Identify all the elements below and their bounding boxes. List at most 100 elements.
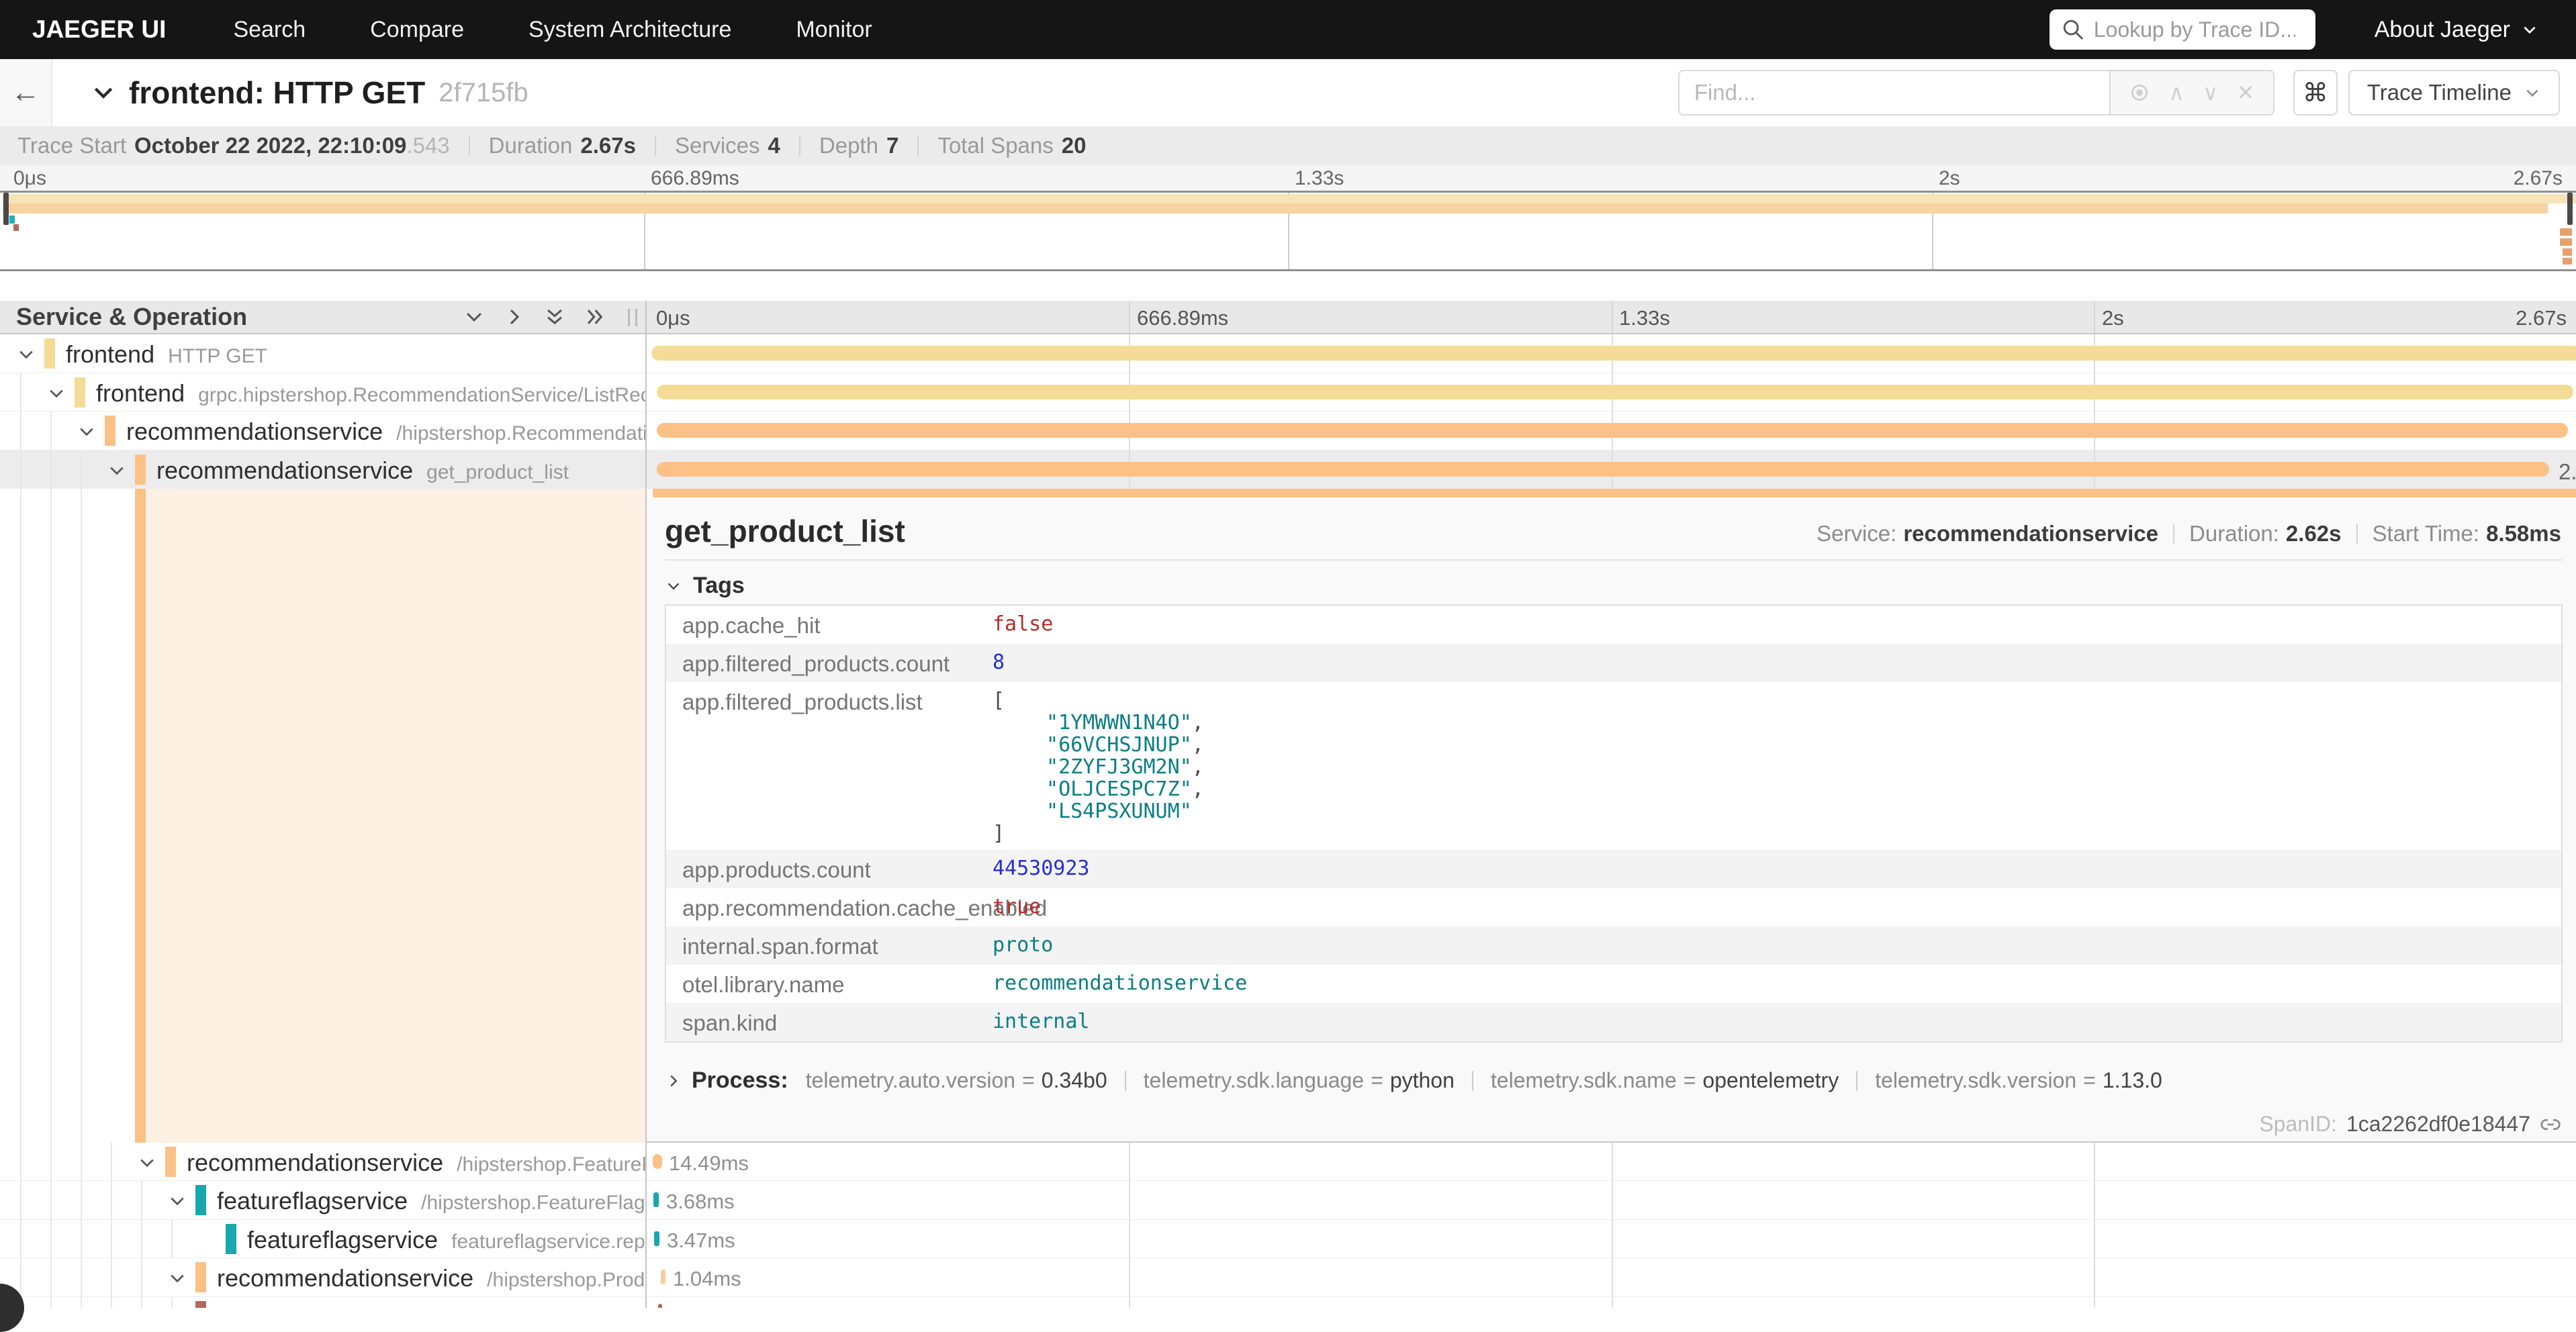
next-result-icon[interactable]: ∨ (2203, 80, 2218, 105)
keyboard-shortcuts-button[interactable]: ⌘ (2293, 70, 2338, 115)
tag-value: 44530923 (993, 850, 2561, 885)
trace-page-header: ← frontend: HTTP GET 2f715fb ∧ ∨ ✕ ⌘ Tra… (0, 59, 2576, 126)
collapse-all-icon[interactable] (543, 305, 566, 328)
chevron-down-icon[interactable] (107, 461, 127, 481)
expand-all-icon[interactable] (584, 305, 606, 328)
span-row[interactable]: recommendationservice/hipstershop.Produc… (0, 1258, 2576, 1297)
span-row[interactable]: featureflagservice/hipstershop.FeatureFl… (0, 1181, 2576, 1220)
timeline-tick: 1.33s (1619, 306, 1670, 330)
minimap-span-bar (9, 216, 15, 224)
back-arrow-icon: ← (11, 76, 40, 109)
chevron-right-icon (665, 1072, 682, 1090)
tag-value: 8 (993, 644, 2561, 679)
tags-section-toggle[interactable]: Tags (665, 573, 745, 599)
tag-key: app.recommendation.cache_enabled (666, 888, 993, 921)
minimap-span-bar (3, 203, 2548, 213)
minimap-tick: 0μs (13, 167, 46, 190)
minimap-left-scrubber[interactable] (3, 193, 9, 225)
span-track[interactable]: 3.68ms (647, 1181, 2576, 1220)
span-operation: HTTP GET (168, 345, 267, 367)
span-color-swatch (195, 1262, 206, 1292)
locate-icon[interactable] (2129, 82, 2150, 103)
span-bar[interactable] (654, 1231, 659, 1246)
span-track[interactable] (647, 334, 2576, 373)
tag-key: app.filtered_products.list (666, 682, 993, 715)
find-input[interactable] (1678, 70, 2109, 115)
total-spans-value: 20 (1062, 133, 1087, 158)
clear-find-icon[interactable]: ✕ (2237, 80, 2255, 105)
tag-row: app.filtered_products.list [ 1YMWWN1N4O,… (666, 682, 2561, 850)
span-bar[interactable] (661, 1270, 665, 1284)
span-color-swatch (226, 1224, 236, 1254)
span-color-swatch (75, 377, 85, 408)
span-row[interactable]: featureflagservicefeatureflagservice.rep… (0, 1220, 2576, 1259)
tag-value-array: [ 1YMWWN1N4O, 66VCHSJNUP, 2ZYFJ3GM2N, OL… (993, 682, 2561, 850)
span-row[interactable]: recommendationservice/hipstershop.Recomm… (0, 412, 2576, 450)
deep-link-icon[interactable] (2540, 1114, 2561, 1135)
services-label: Services (675, 133, 760, 158)
depth-label: Depth (819, 133, 878, 158)
minimap-span-bar (2560, 238, 2572, 246)
process-section-toggle[interactable]: Process: telemetry.auto.version=0.34b0 t… (665, 1067, 2162, 1094)
span-row[interactable]: frontendHTTP GET (0, 334, 2576, 373)
span-color-swatch (195, 1185, 206, 1215)
span-bar[interactable] (653, 1192, 659, 1207)
nav-item-compare[interactable]: Compare (370, 17, 464, 43)
span-operation: /hipstershop.ProductCatalogSer... (487, 1269, 647, 1291)
span-bar[interactable] (653, 1154, 662, 1169)
collapse-one-icon[interactable] (463, 305, 486, 328)
span-track[interactable]: 2.62s (647, 450, 2576, 489)
trace-lookup-input[interactable] (2094, 17, 2295, 42)
span-rows: frontendHTTP GET frontendgrpc.hipstersho… (0, 334, 2576, 1308)
trace-view-select[interactable]: Trace Timeline (2348, 70, 2560, 115)
span-row[interactable] (0, 1297, 2576, 1308)
detail-start-time: 8.58ms (2486, 521, 2561, 546)
minimap-tick: 1.33s (1295, 167, 1344, 190)
nav-item-search[interactable]: Search (233, 17, 306, 43)
trace-minimap[interactable] (0, 191, 2576, 271)
minimap-right-scrubber[interactable] (2567, 193, 2573, 225)
nav-item-system-architecture[interactable]: System Architecture (528, 17, 731, 43)
timeline-tick: 2s (2102, 306, 2124, 330)
tag-key: otel.library.name (666, 965, 993, 998)
chevron-down-icon[interactable] (77, 422, 97, 442)
span-bar[interactable] (658, 1304, 662, 1308)
span-track[interactable]: 3.47ms (647, 1220, 2576, 1259)
prev-result-icon[interactable]: ∧ (2168, 80, 2184, 105)
chevron-down-icon[interactable] (167, 1268, 187, 1288)
span-track[interactable] (647, 373, 2576, 412)
services-value: 4 (768, 133, 780, 158)
column-resize-handle[interactable] (628, 309, 637, 326)
nav-item-monitor[interactable]: Monitor (796, 17, 872, 43)
minimap-span-bar (2563, 258, 2572, 265)
span-track[interactable] (647, 1297, 2576, 1308)
chevron-down-icon[interactable] (167, 1191, 187, 1211)
chevron-down-icon[interactable] (46, 383, 66, 403)
span-track[interactable]: 14.49ms (647, 1143, 2576, 1182)
span-bar[interactable] (651, 346, 2576, 361)
span-bar[interactable] (657, 462, 2549, 477)
chevron-down-icon (2524, 84, 2541, 101)
trace-meta-bar: Trace Start October 22 2022, 22:10:09.54… (0, 126, 2576, 165)
back-button[interactable]: ← (0, 59, 52, 126)
span-bar[interactable] (657, 423, 2568, 438)
span-duration-label: 3.47ms (667, 1229, 735, 1253)
chevron-down-icon[interactable] (137, 1153, 157, 1173)
span-bar[interactable] (657, 385, 2573, 399)
span-row[interactable]: recommendationservice/hipstershop.Featur… (0, 1143, 2576, 1182)
total-spans-label: Total Spans (937, 133, 1053, 158)
trace-lookup-box[interactable] (2050, 9, 2315, 50)
collapse-trace-chevron[interactable] (90, 79, 117, 106)
span-track[interactable] (647, 412, 2576, 450)
span-service: frontendgrpc.hipstershop.RecommendationS… (96, 379, 647, 408)
span-row-selected[interactable]: recommendationserviceget_product_list 2.… (0, 450, 2576, 489)
span-row[interactable]: frontendgrpc.hipstershop.RecommendationS… (0, 373, 2576, 412)
span-color-swatch (195, 1301, 206, 1308)
about-jaeger-menu[interactable]: About Jaeger (2375, 17, 2538, 43)
chevron-down-icon[interactable] (16, 344, 36, 365)
expand-one-icon[interactable] (503, 305, 526, 328)
app-brand[interactable]: JAEGER UI (32, 15, 166, 44)
span-track[interactable]: 1.04ms (647, 1258, 2576, 1297)
timeline-tick: 666.89ms (1137, 306, 1228, 330)
trace-title: frontend: HTTP GET (129, 75, 425, 111)
